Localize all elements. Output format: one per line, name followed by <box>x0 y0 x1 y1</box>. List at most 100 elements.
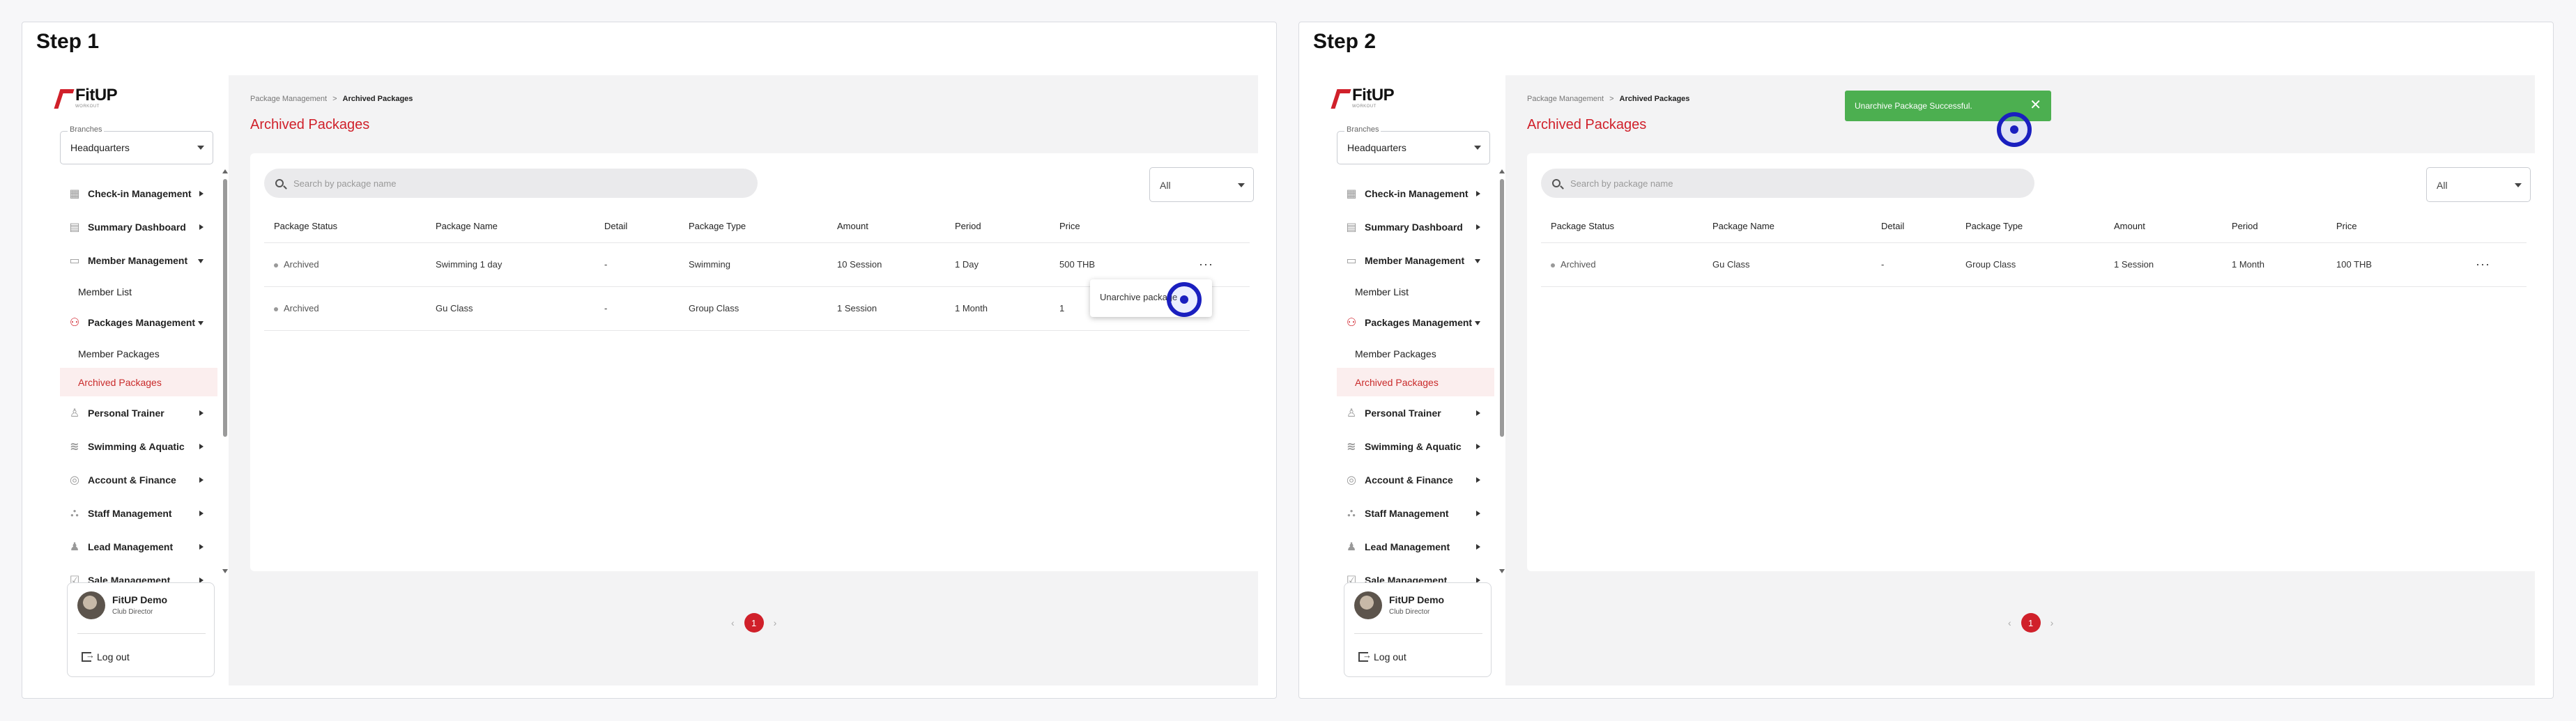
status-badge: Archived <box>1561 259 1596 270</box>
caret-right-icon <box>1476 444 1480 449</box>
close-icon[interactable]: ✕ <box>2030 98 2041 113</box>
sidebar-item-account[interactable]: ◎ Account & Finance <box>60 463 217 497</box>
pagination: ‹ 1 › <box>2008 613 2053 633</box>
brand-sub: WORKOUT <box>75 104 100 109</box>
sidebar-item-label: Member Management <box>88 255 188 266</box>
more-horizontal-icon[interactable]: ··· <box>1199 257 1213 271</box>
sidebar-item-swimming[interactable]: ≋ Swimming & Aquatic <box>60 430 217 463</box>
page-title: Archived Packages <box>250 117 370 132</box>
column-header: Detail <box>595 210 679 243</box>
prev-page-button[interactable]: ‹ <box>731 617 735 628</box>
scroll-up-icon[interactable] <box>1499 169 1505 173</box>
toast-message: Unarchive Package Successful. <box>1855 101 1972 111</box>
scroll-down-icon[interactable] <box>222 569 228 573</box>
column-header: Package Type <box>1956 210 2104 243</box>
prev-page-button[interactable]: ‹ <box>2008 617 2011 628</box>
breadcrumb-current: Archived Packages <box>1619 95 1690 103</box>
sidebar-item-lead[interactable]: ♟ Lead Management <box>60 530 217 564</box>
more-horizontal-icon[interactable]: ··· <box>2476 257 2490 271</box>
sidebar-item-staff[interactable]: ⛬ Staff Management <box>60 497 217 530</box>
logout-button[interactable]: Log out <box>1358 650 1406 662</box>
breadcrumb-parent[interactable]: Package Management <box>250 95 327 103</box>
column-header: Package Name <box>426 210 595 243</box>
sidebar-item-summary[interactable]: ▤ Summary Dashboard <box>60 210 217 244</box>
logout-button[interactable]: Log out <box>82 650 130 662</box>
page-number-button[interactable]: 1 <box>744 613 764 633</box>
caret-right-icon <box>1476 224 1480 230</box>
sidebar-subitem-member-list[interactable]: Member List <box>1337 277 1494 306</box>
breadcrumb-parent[interactable]: Package Management <box>1527 95 1604 103</box>
brand-logo[interactable]: FitUP WORKOUT <box>1333 86 1395 109</box>
sidebar-subitem-archived-packages[interactable]: Archived Packages <box>60 368 217 396</box>
column-header: Package Status <box>1541 210 1703 243</box>
search-bar[interactable] <box>1541 169 2034 198</box>
column-header: Detail <box>1871 210 1956 243</box>
logout-icon <box>1358 650 1372 662</box>
chart-icon: ▤ <box>69 222 80 233</box>
unarchive-package-menu-item[interactable]: Unarchive package <box>1100 292 1177 302</box>
amount-cell: 1 Session <box>827 286 945 331</box>
sidebar-item-summary[interactable]: ▤ Summary Dashboard <box>1337 210 1494 244</box>
user-card: FitUP Demo Club Director Log out <box>67 582 215 677</box>
table-row[interactable]: Archived Gu Class - Group Class 1 Sessio… <box>1541 242 2527 287</box>
sidebar-item-staff[interactable]: ⛬ Staff Management <box>1337 497 1494 530</box>
chevron-down-icon <box>1474 146 1481 150</box>
filter-value: All <box>2437 180 2448 191</box>
search-input[interactable] <box>293 178 712 189</box>
sidebar-scrollbar[interactable] <box>222 169 228 573</box>
sidebar-subitem-member-packages[interactable]: Member Packages <box>60 339 217 368</box>
sidebar-scrollbar[interactable] <box>1499 169 1505 573</box>
lead-icon: ♟ <box>69 541 80 553</box>
brand-logo[interactable]: FitUP WORKOUT <box>56 86 118 109</box>
next-page-button[interactable]: › <box>774 617 777 628</box>
search-bar[interactable] <box>264 169 758 198</box>
scroll-thumb[interactable] <box>1500 179 1504 437</box>
page-number-button[interactable]: 1 <box>2021 613 2041 633</box>
sidebar-item-label: Packages Management <box>88 317 196 328</box>
sidebar-subitem-member-list[interactable]: Member List <box>60 277 217 306</box>
package-icon: ⚇ <box>69 317 80 329</box>
scroll-down-icon[interactable] <box>1499 569 1505 573</box>
column-header: Package Status <box>264 210 426 243</box>
sidebar-item-lead[interactable]: ♟ Lead Management <box>1337 530 1494 564</box>
column-header: Package Name <box>1703 210 1871 243</box>
next-page-button[interactable]: › <box>2050 617 2054 628</box>
id-card-icon: ▭ <box>69 255 80 267</box>
caret-down-icon <box>1475 321 1480 325</box>
sidebar-item-checkin[interactable]: ▦ Check-in Management <box>1337 177 1494 210</box>
sidebar-subitem-member-packages[interactable]: Member Packages <box>1337 339 1494 368</box>
branch-select[interactable]: Branches Headquarters <box>1337 125 1490 164</box>
branch-value: Headquarters <box>1347 142 1406 153</box>
sidebar-item-label: Member Management <box>1365 255 1465 266</box>
sidebar-item-account[interactable]: ◎ Account & Finance <box>1337 463 1494 497</box>
sidebar-item-packages[interactable]: ⚇ Packages Management <box>60 306 217 339</box>
status-filter-select[interactable]: All <box>2426 167 2531 202</box>
search-input[interactable] <box>1570 178 1988 189</box>
trainer-icon: ♙ <box>69 408 80 419</box>
sidebar-item-checkin[interactable]: ▦ Check-in Management <box>60 177 217 210</box>
sidebar-item-personal-trainer[interactable]: ♙ Personal Trainer <box>60 396 217 430</box>
main-content: Package Management > Archived Packages Arc… <box>1505 75 2540 685</box>
status-filter-select[interactable]: All <box>1149 167 1254 202</box>
sidebar-subitem-archived-packages[interactable]: Archived Packages <box>1337 368 1494 396</box>
sidebar: FitUP WORKOUT Branches Headquarters ▦ Che… <box>1319 75 1505 685</box>
actions-cell: ··· <box>2466 242 2527 287</box>
avatar[interactable] <box>1354 591 1382 619</box>
grid-icon: ▦ <box>69 188 80 200</box>
sidebar-item-packages[interactable]: ⚇ Packages Management <box>1337 306 1494 339</box>
app-window: FitUP WORKOUT Branches Headquarters ▦ Che… <box>42 75 1264 685</box>
sidebar-item-swimming[interactable]: ≋ Swimming & Aquatic <box>1337 430 1494 463</box>
status-badge: Archived <box>284 259 319 270</box>
scroll-thumb[interactable] <box>223 179 227 437</box>
sidebar-item-member[interactable]: ▭ Member Management <box>1337 244 1494 277</box>
sidebar-item-member[interactable]: ▭ Member Management <box>60 244 217 277</box>
avatar[interactable] <box>77 591 105 619</box>
sidebar-item-personal-trainer[interactable]: ♙ Personal Trainer <box>1337 396 1494 430</box>
package-name-cell: Gu Class <box>1703 242 1871 287</box>
package-type-cell: Group Class <box>1956 242 2104 287</box>
branch-select[interactable]: Branches Headquarters <box>60 125 213 164</box>
search-icon <box>1552 179 1561 187</box>
scroll-up-icon[interactable] <box>222 169 228 173</box>
column-header: Price <box>1050 210 1189 243</box>
sidebar-item-label: Personal Trainer <box>1365 408 1441 419</box>
